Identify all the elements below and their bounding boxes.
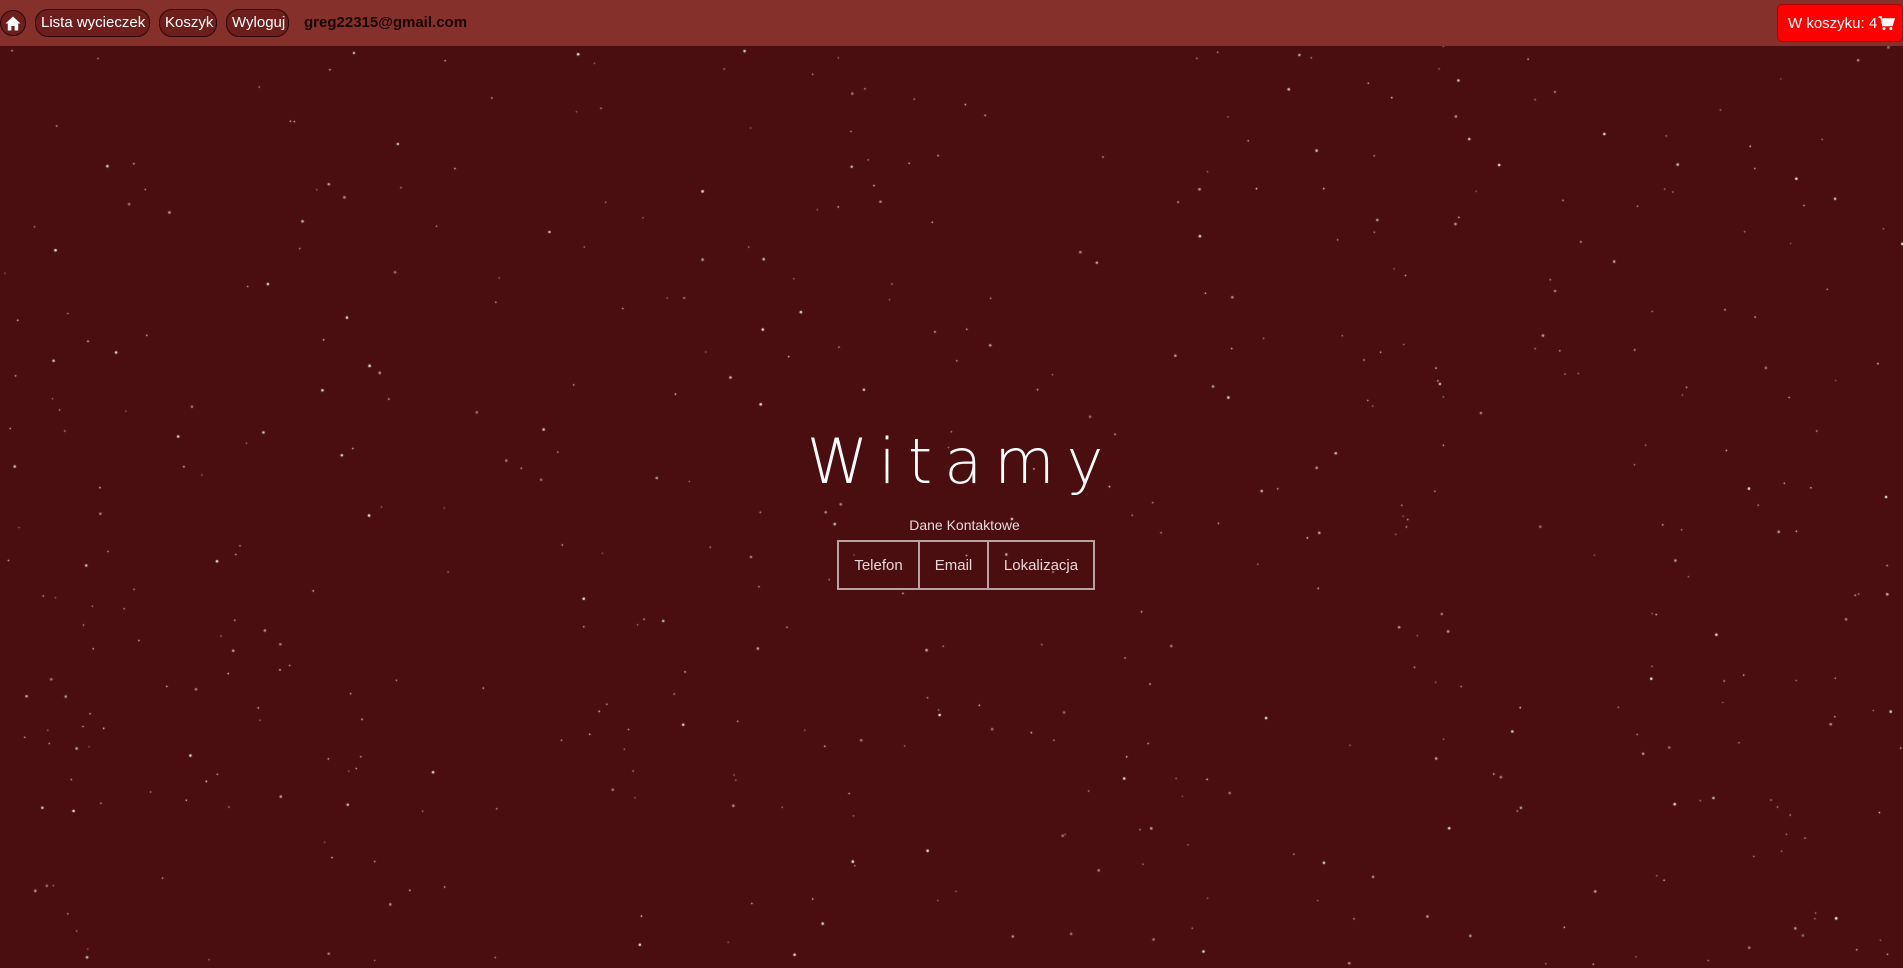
cart-count-label: W koszyku: 4: [1788, 14, 1878, 32]
starfield-background: [0, 46, 1903, 968]
home-icon: [5, 16, 21, 30]
top-navbar: Lista wycieczek Koszyk Wyloguj greg22315…: [0, 0, 1903, 46]
user-email: greg22315@gmail.com: [304, 14, 468, 31]
nav-link-lista-wycieczek[interactable]: Lista wycieczek: [35, 9, 150, 37]
shopping-cart-icon: [1878, 15, 1896, 30]
home-button[interactable]: [0, 10, 26, 36]
hero-title: Witamy: [806, 425, 1116, 498]
contact-location-button[interactable]: Lokalizacja: [987, 542, 1093, 588]
contact-email-button[interactable]: Email: [918, 542, 987, 588]
contact-section-label: Dane Kontaktowe: [909, 517, 1020, 533]
cart-button[interactable]: W koszyku: 4: [1777, 4, 1903, 42]
nav-link-koszyk[interactable]: Koszyk: [159, 9, 217, 37]
contact-phone-button[interactable]: Telefon: [839, 542, 918, 588]
nav-link-wyloguj[interactable]: Wyloguj: [226, 9, 289, 37]
contact-button-group: Telefon Email Lokalizacja: [837, 540, 1095, 590]
